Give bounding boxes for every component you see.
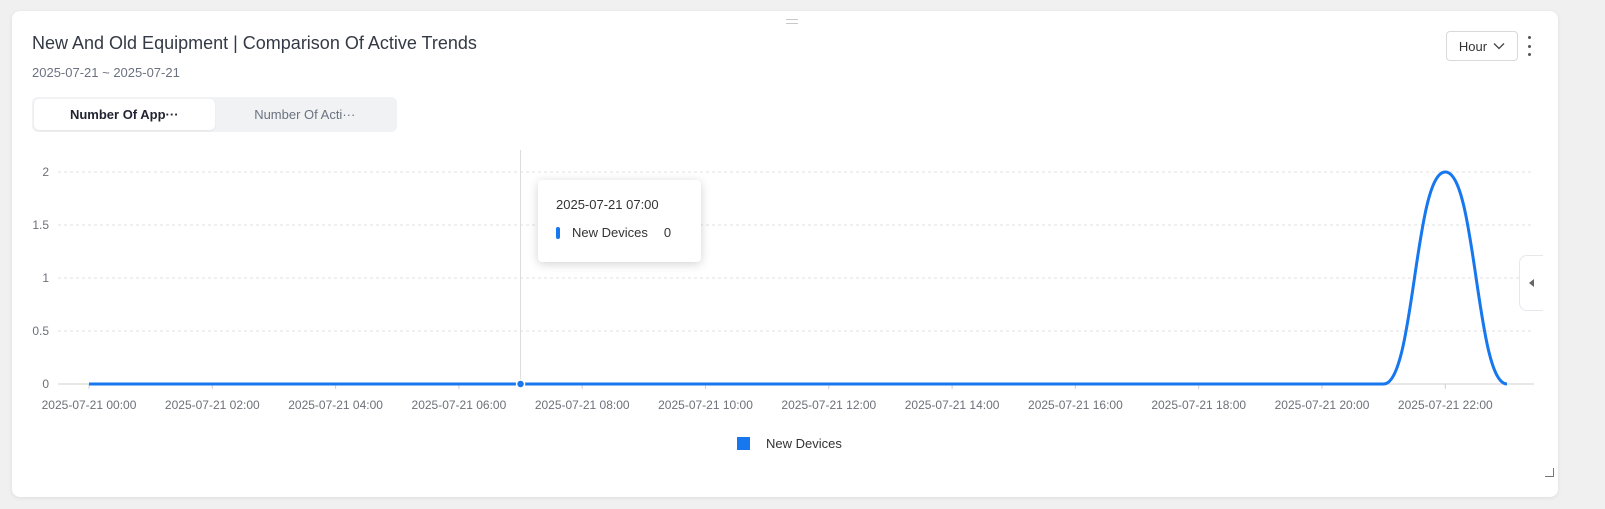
x-tick-label: 2025-07-21 00:00 (42, 398, 137, 412)
x-tick-label: 2025-07-21 20:00 (1275, 398, 1370, 412)
y-tick-label: 0.5 (32, 324, 49, 338)
y-tick-label: 0 (42, 377, 49, 391)
y-tick-label: 2 (42, 165, 49, 179)
tooltip-value: 0 (663, 225, 672, 240)
legend-swatch (737, 437, 750, 450)
x-tick-label: 2025-07-21 18:00 (1151, 398, 1246, 412)
x-tick-label: 2025-07-21 10:00 (658, 398, 753, 412)
x-tick-label: 2025-07-21 12:00 (781, 398, 876, 412)
tooltip-series-name: New Devices (572, 225, 648, 240)
data-point-highlight[interactable] (515, 379, 526, 389)
x-tick-label: 2025-07-21 06:00 (412, 398, 507, 412)
x-tick-label: 2025-07-21 14:00 (905, 398, 1000, 412)
chart-tooltip: 2025-07-21 07:00 New Devices 0 (538, 180, 701, 262)
tooltip-time: 2025-07-21 07:00 (556, 197, 659, 212)
legend-item-new-devices[interactable]: New Devices (737, 436, 842, 451)
tooltip-series-marker (556, 226, 560, 239)
x-tick-label: 2025-07-21 16:00 (1028, 398, 1123, 412)
y-tick-label: 1.5 (32, 218, 49, 232)
legend-label: New Devices (766, 436, 842, 451)
caret-left-icon (1528, 279, 1534, 287)
side-panel-toggle[interactable] (1519, 255, 1543, 311)
x-tick-label: 2025-07-21 08:00 (535, 398, 630, 412)
line-chart: 0 0.5 1 1.5 2 2025-07-21 00:00 2025-07-21 02:… (32, 150, 1534, 412)
resize-handle-icon[interactable] (1545, 468, 1554, 477)
x-tick-label: 2025-07-21 02:00 (165, 398, 260, 412)
x-tick-label: 2025-07-21 22:00 (1398, 398, 1493, 412)
tooltip-row: New Devices 0 (556, 225, 683, 240)
y-tick-label: 1 (42, 271, 49, 285)
x-tick-label: 2025-07-21 04:00 (288, 398, 383, 412)
